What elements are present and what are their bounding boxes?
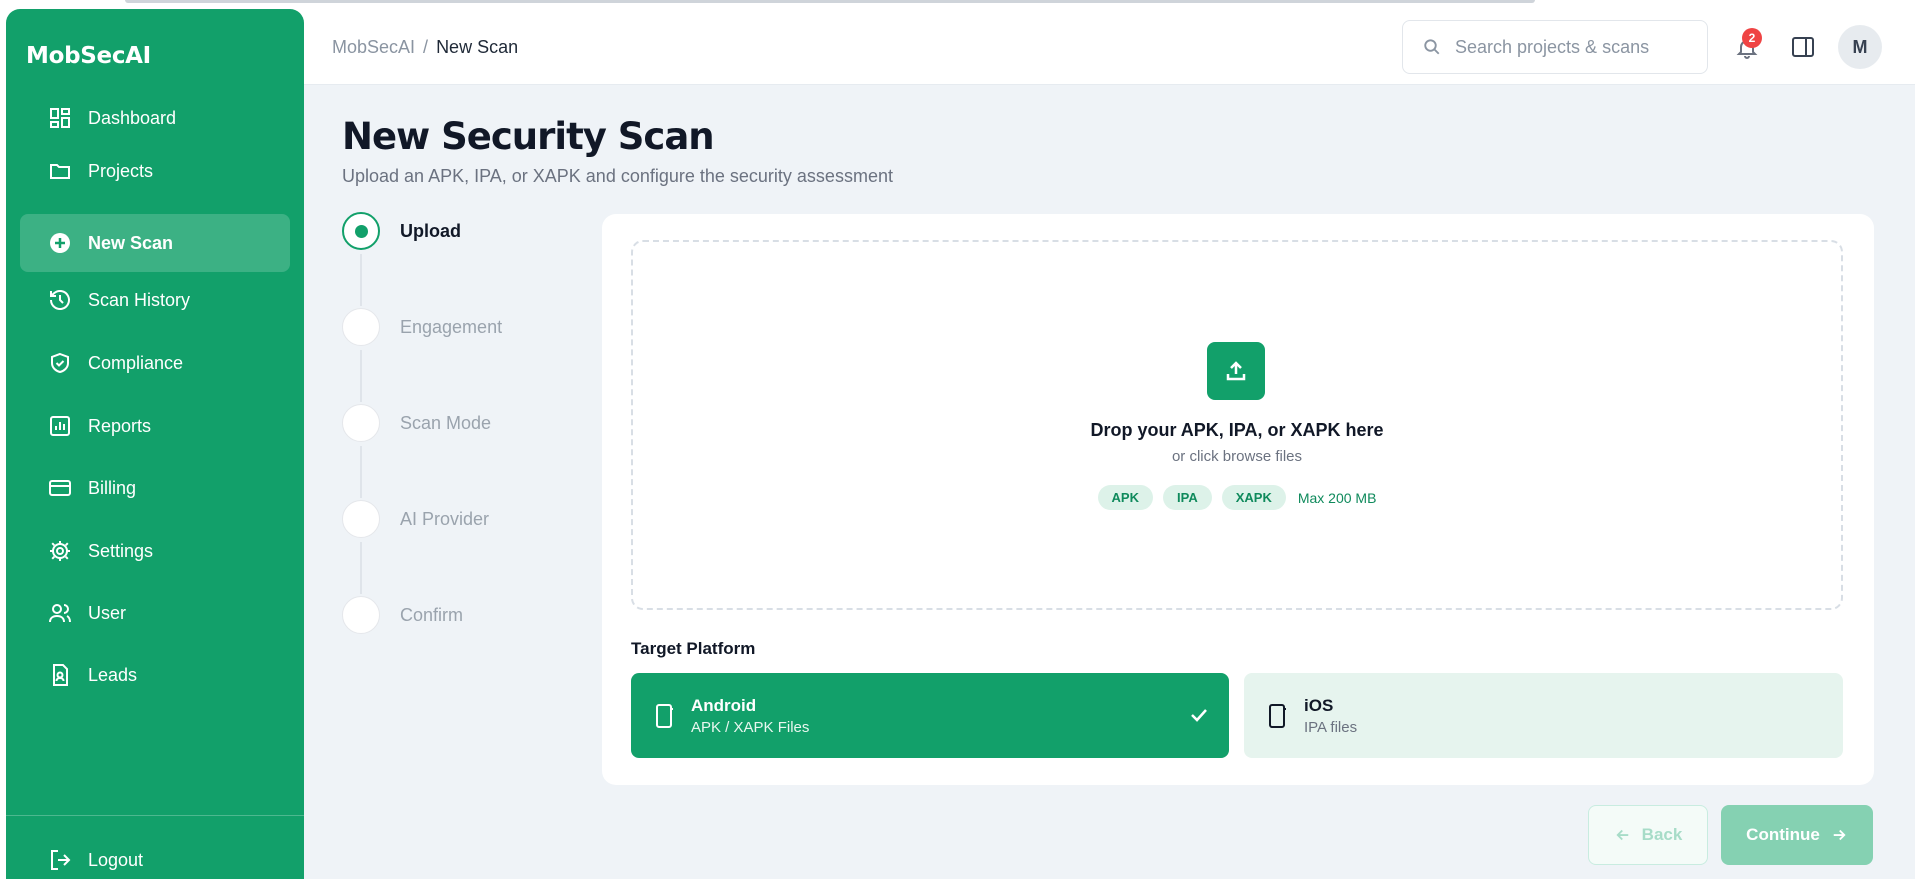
step-label: Engagement bbox=[400, 316, 503, 337]
contact-file-icon bbox=[48, 663, 72, 687]
search-input[interactable]: Search projects & scans bbox=[1402, 20, 1708, 74]
step-label: Confirm bbox=[400, 604, 464, 625]
continue-label: Continue bbox=[1746, 825, 1820, 844]
sidebar-item-compliance[interactable]: Compliance bbox=[20, 334, 290, 392]
step-connector bbox=[360, 542, 362, 594]
sidebar-item-label: New Scan bbox=[88, 232, 174, 253]
sidebar-item-scan-history[interactable]: Scan History bbox=[20, 271, 290, 329]
step-upload[interactable]: Upload bbox=[342, 212, 461, 250]
credit-card-icon bbox=[48, 476, 72, 500]
step-label: AI Provider bbox=[400, 508, 490, 529]
sidebar-item-dashboard[interactable]: Dashboard bbox=[20, 89, 290, 147]
breadcrumb-separator: / bbox=[423, 37, 429, 57]
breadcrumb-root[interactable]: MobSecAI bbox=[332, 37, 415, 57]
file-dropzone[interactable]: Drop your APK, IPA, or XAPK here or clic… bbox=[631, 240, 1843, 610]
users-icon bbox=[48, 601, 72, 625]
plus-circle-icon bbox=[48, 231, 72, 255]
step-connector bbox=[360, 446, 362, 498]
step-confirm[interactable]: Confirm bbox=[342, 596, 463, 634]
tag-ipa: IPA bbox=[1163, 485, 1212, 510]
arrow-right-icon bbox=[1833, 829, 1846, 841]
sidebar: MobSecAI Dashboard Projects New Scan Sca… bbox=[6, 9, 304, 879]
step-indicator bbox=[342, 404, 380, 442]
search-placeholder: Search projects & scans bbox=[1455, 36, 1650, 57]
step-indicator bbox=[342, 596, 380, 634]
target-platform-label: Target Platform bbox=[631, 639, 756, 658]
logout-icon bbox=[48, 848, 72, 872]
upload-icon bbox=[1226, 361, 1246, 381]
step-ai-provider[interactable]: AI Provider bbox=[342, 500, 489, 538]
sidebar-item-settings[interactable]: Settings bbox=[20, 522, 290, 580]
tag-xapk: XAPK bbox=[1221, 485, 1286, 510]
sidebar-divider bbox=[6, 815, 304, 816]
continue-button[interactable]: Continue bbox=[1721, 805, 1873, 865]
page-subtitle: Upload an APK, IPA, or XAPK and configur… bbox=[342, 166, 893, 186]
page-title: New Security Scan bbox=[342, 115, 715, 158]
dropzone-subtitle[interactable]: or click browse files bbox=[633, 448, 1841, 465]
notification-badge: 2 bbox=[1742, 28, 1762, 48]
sidebar-item-billing[interactable]: Billing bbox=[20, 459, 290, 517]
sidebar-item-user[interactable]: User bbox=[20, 584, 290, 642]
platform-desc: IPA files bbox=[1304, 718, 1358, 736]
phone-icon bbox=[656, 703, 673, 728]
logout-button[interactable]: Logout bbox=[20, 831, 290, 879]
sidebar-toggle-icon[interactable] bbox=[1791, 36, 1815, 58]
max-size-label: Max 200 MB bbox=[1297, 489, 1377, 506]
shield-check-icon bbox=[48, 351, 72, 375]
dropzone-title: Drop your APK, IPA, or XAPK here bbox=[1090, 420, 1384, 440]
breadcrumb-current: New Scan bbox=[436, 37, 519, 57]
step-indicator bbox=[342, 500, 380, 538]
browser-address-edge bbox=[125, 0, 1535, 3]
sidebar-item-new-scan[interactable]: New Scan bbox=[20, 214, 290, 272]
upload-card: Drop your APK, IPA, or XAPK here or clic… bbox=[602, 214, 1874, 785]
tag-apk: APK bbox=[1097, 485, 1153, 510]
sidebar-item-label: Scan History bbox=[88, 289, 191, 310]
sidebar-item-label: Billing bbox=[88, 477, 137, 498]
arrow-left-icon bbox=[1616, 829, 1628, 841]
check-icon bbox=[1191, 709, 1207, 722]
sidebar-item-label: Dashboard bbox=[88, 107, 177, 128]
sidebar-item-label: Reports bbox=[88, 415, 152, 436]
step-engagement[interactable]: Engagement bbox=[342, 308, 502, 346]
platform-option-android[interactable]: Android APK / XAPK Files bbox=[631, 673, 1229, 758]
step-connector bbox=[360, 350, 362, 402]
gear-icon bbox=[48, 539, 72, 563]
step-label: Upload bbox=[400, 220, 461, 241]
platform-name: iOS bbox=[1304, 695, 1334, 715]
sidebar-item-label: Leads bbox=[88, 664, 138, 685]
avatar[interactable]: M bbox=[1838, 25, 1882, 69]
sidebar-item-projects[interactable]: Projects bbox=[20, 142, 290, 200]
search-icon bbox=[1424, 39, 1440, 55]
sidebar-item-label: User bbox=[88, 602, 127, 623]
platform-name: Android bbox=[691, 695, 757, 715]
history-icon bbox=[48, 288, 72, 312]
sidebar-item-reports[interactable]: Reports bbox=[20, 397, 290, 455]
platform-option-ios[interactable]: iOS IPA files bbox=[1244, 673, 1843, 758]
platform-desc: APK / XAPK Files bbox=[691, 718, 810, 736]
dashboard-icon bbox=[48, 106, 72, 130]
file-type-tags: APK IPA XAPK Max 200 MB bbox=[633, 485, 1841, 510]
back-button[interactable]: Back bbox=[1588, 805, 1708, 865]
step-indicator bbox=[342, 308, 380, 346]
step-indicator bbox=[342, 212, 380, 250]
step-connector bbox=[360, 254, 362, 306]
main-content: MobSecAI / New Scan Search projects & scan… bbox=[304, 9, 1915, 879]
sidebar-item-label: Projects bbox=[88, 160, 154, 181]
top-bar: MobSecAI / New Scan Search projects & scan… bbox=[304, 9, 1915, 85]
step-scan-mode[interactable]: Scan Mode bbox=[342, 404, 491, 442]
folder-icon bbox=[48, 159, 72, 183]
app-logo: MobSecAI bbox=[26, 43, 151, 69]
sidebar-item-label: Compliance bbox=[88, 352, 184, 373]
phone-icon bbox=[1269, 703, 1286, 728]
upload-button[interactable] bbox=[1207, 342, 1265, 400]
back-label: Back bbox=[1641, 825, 1683, 844]
logout-label: Logout bbox=[88, 849, 144, 870]
breadcrumb: MobSecAI / New Scan bbox=[332, 37, 518, 58]
step-label: Scan Mode bbox=[400, 412, 492, 433]
bar-chart-icon bbox=[48, 414, 72, 438]
sidebar-item-label: Settings bbox=[88, 540, 154, 561]
sidebar-item-leads[interactable]: Leads bbox=[20, 646, 290, 704]
